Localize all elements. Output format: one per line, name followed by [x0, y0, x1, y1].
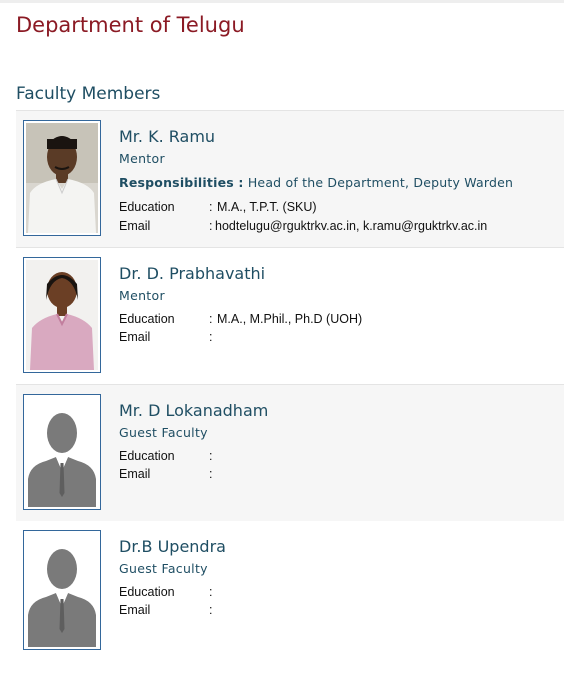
education-value: M.A., T.P.T. (SKU) [217, 200, 317, 214]
responsibilities-label: Responsibilities : [119, 175, 244, 190]
email-row: Email: [119, 330, 217, 344]
faculty-role: Guest Faculty [119, 425, 208, 440]
faculty-role: Guest Faculty [119, 561, 208, 576]
email-colon: : [209, 330, 213, 344]
education-colon: : [209, 200, 213, 214]
education-label: Education [119, 312, 175, 326]
education-colon: : [209, 449, 213, 463]
education-label: Education [119, 449, 175, 463]
email-row: Email: [119, 603, 217, 617]
email-label: Email [119, 467, 151, 481]
education-row: Education: M.A., M.Phil., Ph.D (UOH) [119, 312, 362, 326]
email-value[interactable]: hodtelugu@rguktrkv.ac.in, k.ramu@rguktrk… [215, 219, 487, 233]
faculty-name: Dr. D. Prabhavathi [119, 264, 266, 283]
email-label: Email [119, 603, 151, 617]
faculty-responsibilities: Responsibilities : Head of the Departmen… [119, 175, 513, 190]
faculty-card: Mr. D Lokanadham Guest Faculty Education… [16, 384, 564, 521]
faculty-photo [23, 394, 101, 510]
person-placeholder-icon [26, 533, 98, 647]
education-label: Education [119, 585, 175, 599]
email-row: Email: hodtelugu@rguktrkv.ac.in, k.ramu@r… [119, 219, 487, 233]
education-value: M.A., M.Phil., Ph.D (UOH) [217, 312, 363, 326]
page-title: Department of Telugu [16, 13, 245, 37]
faculty-role: Mentor [119, 151, 165, 166]
person-placeholder-icon [26, 397, 98, 507]
faculty-name: Dr.B Upendra [119, 537, 226, 556]
faculty-card: Mr. K. Ramu Mentor Responsibilities : He… [16, 110, 564, 247]
email-colon: : [209, 603, 213, 617]
faculty-card: Dr. D. Prabhavathi Mentor Education: M.A.… [16, 247, 564, 384]
faculty-name: Mr. D Lokanadham [119, 401, 269, 420]
responsibilities-value: Head of the Department, Deputy Warden [247, 175, 514, 190]
email-label: Email [119, 330, 151, 344]
faculty-role: Mentor [119, 288, 165, 303]
email-label: Email [119, 219, 151, 233]
faculty-photo [23, 530, 101, 650]
section-heading: Faculty Members [16, 84, 161, 104]
email-colon: : [209, 467, 213, 481]
female-photo [26, 260, 98, 370]
education-colon: : [209, 585, 213, 599]
faculty-name: Mr. K. Ramu [119, 127, 216, 146]
faculty-photo [23, 257, 101, 373]
faculty-photo [23, 120, 101, 236]
education-colon: : [209, 312, 213, 326]
top-bar [0, 0, 564, 3]
faculty-card: Dr.B Upendra Guest Faculty Education: Em… [16, 521, 564, 661]
education-row: Education: [119, 449, 217, 463]
male-photo [26, 123, 98, 233]
education-row: Education: M.A., T.P.T. (SKU) [119, 200, 317, 214]
education-label: Education [119, 200, 175, 214]
education-row: Education: [119, 585, 217, 599]
email-row: Email: [119, 467, 217, 481]
